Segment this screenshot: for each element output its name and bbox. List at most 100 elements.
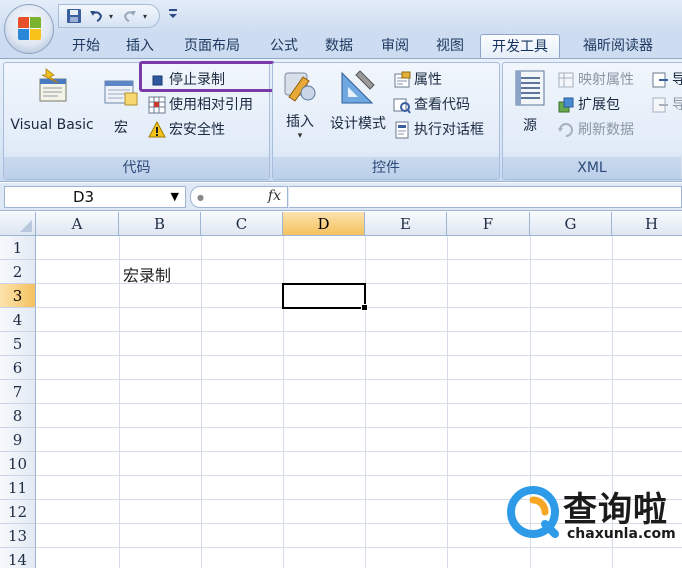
watermark: 查询啦 chaxunla.com <box>505 482 682 552</box>
expansion-packs-icon <box>557 96 575 114</box>
row-header-8[interactable]: 8 <box>0 404 36 428</box>
group-code: Visual Basic 宏 停止录制 使用相对引用 宏安全性 代码 <box>3 61 275 180</box>
name-box[interactable]: D3 ▼ <box>4 186 186 208</box>
export-button[interactable]: 导 <box>651 94 682 116</box>
customize-qat-icon[interactable] <box>168 6 178 24</box>
formula-bar-controls: ● fx <box>190 186 288 208</box>
row-header-5[interactable]: 5 <box>0 332 36 356</box>
column-header-h[interactable]: H <box>612 212 682 236</box>
column-header-e[interactable]: E <box>365 212 447 236</box>
row-header-3[interactable]: 3 <box>0 284 36 308</box>
insert-control-button[interactable]: 插入 ▾ <box>277 67 323 141</box>
tab-foxit-reader[interactable]: 福昕阅读器 <box>568 34 668 58</box>
tab-developer[interactable]: 开发工具 <box>480 34 560 58</box>
group-controls-label: 控件 <box>273 157 499 179</box>
map-properties-button[interactable]: 映射属性 <box>557 69 634 91</box>
gridline <box>36 451 682 452</box>
design-mode-button[interactable]: 设计模式 <box>325 67 391 133</box>
row-header-6[interactable]: 6 <box>0 356 36 380</box>
tab-data[interactable]: 数据 <box>316 34 362 58</box>
undo-dropdown-icon[interactable]: ▾ <box>109 12 117 21</box>
redo-icon[interactable] <box>121 7 139 25</box>
expansion-packs-button[interactable]: 扩展包 <box>557 94 620 116</box>
row-header-1[interactable]: 1 <box>0 236 36 260</box>
cell-b2[interactable]: 宏录制 <box>123 262 171 286</box>
save-icon[interactable] <box>65 7 83 25</box>
refresh-data-icon <box>557 121 575 139</box>
tab-insert[interactable]: 插入 <box>118 34 162 58</box>
relative-references-button[interactable]: 使用相对引用 <box>148 94 253 116</box>
column-header-d[interactable]: D <box>283 212 365 236</box>
run-dialog-button[interactable]: 执行对话框 <box>393 119 484 141</box>
tab-page-layout[interactable]: 页面布局 <box>174 34 250 58</box>
watermark-logo-icon <box>505 484 565 544</box>
name-box-value: D3 <box>73 188 95 206</box>
macro-security-button[interactable]: 宏安全性 <box>148 119 225 141</box>
formula-bar: D3 ▼ ● fx <box>0 183 682 211</box>
map-properties-icon <box>557 71 575 89</box>
visual-basic-button[interactable]: Visual Basic <box>6 67 98 133</box>
office-button[interactable] <box>4 4 54 54</box>
gridline <box>36 355 682 356</box>
tab-home[interactable]: 开始 <box>64 34 108 58</box>
tab-view[interactable]: 视图 <box>427 34 473 58</box>
name-box-dropdown-icon[interactable]: ▼ <box>171 187 179 207</box>
ribbon: Visual Basic 宏 停止录制 使用相对引用 宏安全性 代码 插入 ▾ … <box>0 58 682 182</box>
active-cell-d3[interactable] <box>282 283 368 311</box>
row-header-12[interactable]: 12 <box>0 500 36 524</box>
macro-security-label: 宏安全性 <box>169 122 225 138</box>
group-xml-label: XML <box>503 157 681 179</box>
column-header-c[interactable]: C <box>201 212 283 236</box>
refresh-data-button[interactable]: 刷新数据 <box>557 119 634 141</box>
row-header-4[interactable]: 4 <box>0 308 36 332</box>
row-header-10[interactable]: 10 <box>0 452 36 476</box>
properties-button[interactable]: 属性 <box>393 69 442 91</box>
macros-label: 宏 <box>114 120 128 136</box>
gridline <box>36 403 682 404</box>
run-dialog-label: 执行对话框 <box>414 122 484 138</box>
refresh-data-label: 刷新数据 <box>578 122 634 138</box>
tab-formulas[interactable]: 公式 <box>262 34 306 58</box>
tab-review[interactable]: 审阅 <box>372 34 418 58</box>
insert-function-button[interactable]: fx <box>268 188 281 204</box>
visual-basic-label: Visual Basic <box>10 117 94 133</box>
resize-handle-icon[interactable]: ● <box>197 193 204 202</box>
column-header-b[interactable]: B <box>119 212 201 236</box>
design-mode-label: 设计模式 <box>330 116 386 132</box>
group-code-label: 代码 <box>4 157 269 179</box>
relative-references-label: 使用相对引用 <box>169 97 253 113</box>
view-code-label: 查看代码 <box>414 97 470 113</box>
export-icon <box>651 96 669 114</box>
column-header-a[interactable]: A <box>36 212 119 236</box>
row-header-7[interactable]: 7 <box>0 380 36 404</box>
import-label: 导 <box>672 72 682 88</box>
row-header-13[interactable]: 13 <box>0 524 36 548</box>
row-header-14[interactable]: 14 <box>0 548 36 568</box>
view-code-icon <box>393 96 411 114</box>
gridline <box>119 236 120 568</box>
column-header-g[interactable]: G <box>530 212 612 236</box>
row-header-9[interactable]: 9 <box>0 428 36 452</box>
view-code-button[interactable]: 查看代码 <box>393 94 470 116</box>
gridline <box>36 475 682 476</box>
expansion-packs-label: 扩展包 <box>578 97 620 113</box>
macros-button[interactable]: 宏 <box>98 77 144 137</box>
select-all-button[interactable] <box>0 212 36 236</box>
import-button[interactable]: 导 <box>651 69 682 91</box>
group-controls: 插入 ▾ 设计模式 属性 查看代码 执行对话框 控件 <box>272 62 500 180</box>
formula-input[interactable] <box>289 186 682 208</box>
gridline <box>201 236 202 568</box>
gridline <box>36 379 682 380</box>
redo-dropdown-icon[interactable]: ▾ <box>143 12 151 21</box>
run-dialog-icon <box>393 121 411 139</box>
ribbon-tabs: 开始 插入 页面布局 公式 数据 审阅 视图 开发工具 福昕阅读器 <box>0 34 682 58</box>
gridline <box>36 259 682 260</box>
gridline <box>36 427 682 428</box>
xml-source-button[interactable]: 源 <box>509 69 551 135</box>
column-header-f[interactable]: F <box>447 212 530 236</box>
undo-icon[interactable] <box>87 7 105 25</box>
insert-control-label: 插入 <box>286 114 314 130</box>
map-properties-label: 映射属性 <box>578 72 634 88</box>
row-header-2[interactable]: 2 <box>0 260 36 284</box>
row-header-11[interactable]: 11 <box>0 476 36 500</box>
